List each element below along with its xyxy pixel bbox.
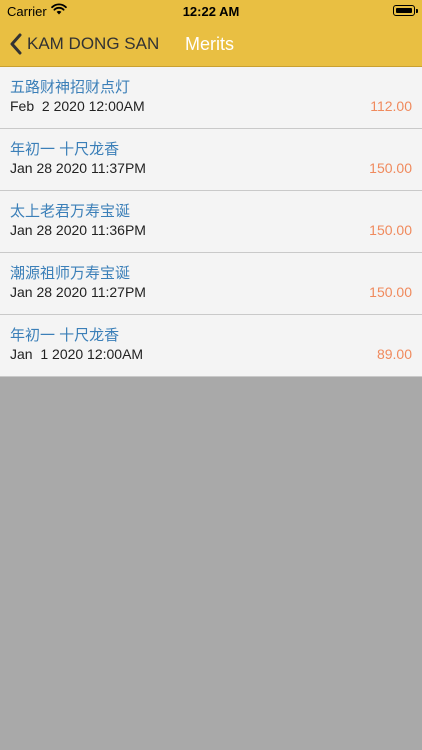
merit-amount: 150.00 (369, 160, 412, 176)
merit-date: Jan 1 2020 12:00AM (10, 346, 144, 362)
merit-title: 潮源祖师万寿宝诞 (10, 265, 131, 282)
status-time: 12:22 AM (182, 4, 240, 19)
list-item[interactable]: 太上老君万寿宝诞 Jan 28 2020 11:36PM 150.00 (0, 191, 422, 253)
header: Carrier 12:22 AM KAM DONG SAN Merits (0, 0, 422, 67)
back-button[interactable]: KAM DONG SAN (8, 22, 159, 66)
merit-amount: 150.00 (369, 284, 412, 300)
status-bar: Carrier 12:22 AM (0, 0, 422, 22)
merit-date: Jan 28 2020 11:36PM (10, 222, 146, 238)
merits-list: 五路财神招财点灯 Feb 2 2020 12:00AM 112.00 年初一 十… (0, 67, 422, 377)
merit-date: Feb 2 2020 12:00AM (10, 98, 145, 114)
page-title: Merits (185, 34, 234, 54)
merit-date: Jan 28 2020 11:27PM (10, 284, 146, 300)
list-item[interactable]: 年初一 十尺龙香 Jan 1 2020 12:00AM 89.00 (0, 315, 422, 377)
merit-amount: 112.00 (370, 98, 412, 114)
merit-title: 五路财神招财点灯 (10, 79, 131, 96)
merit-amount: 89.00 (376, 346, 412, 362)
list-item[interactable]: 五路财神招财点灯 Feb 2 2020 12:00AM 112.00 (0, 67, 422, 129)
merit-amount: 150.00 (369, 222, 412, 238)
battery-icon (393, 5, 418, 16)
chevron-left-icon (10, 33, 22, 55)
merit-title: 年初一 十尺龙香 (10, 141, 120, 158)
merit-date: Jan 28 2020 11:37PM (10, 160, 146, 176)
merit-title: 太上老君万寿宝诞 (10, 203, 131, 220)
merit-title: 年初一 十尺龙香 (10, 327, 120, 344)
list-item[interactable]: 潮源祖师万寿宝诞 Jan 28 2020 11:27PM 150.00 (0, 253, 422, 315)
back-button-label: KAM DONG SAN (27, 34, 160, 53)
list-item[interactable]: 年初一 十尺龙香 Jan 28 2020 11:37PM 150.00 (0, 129, 422, 191)
navigation-bar: KAM DONG SAN Merits (0, 22, 422, 66)
